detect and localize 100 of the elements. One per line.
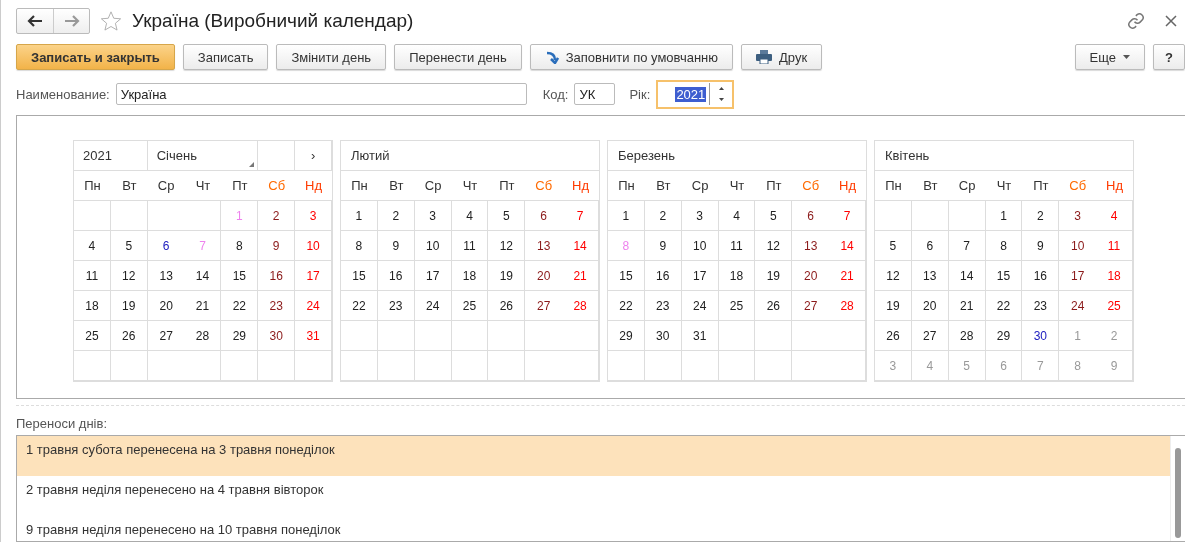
star-icon[interactable] xyxy=(100,10,122,32)
calendar-day[interactable]: 27 xyxy=(525,291,563,321)
calendar-day[interactable]: 15 xyxy=(608,261,645,291)
calendar-day[interactable]: 11 xyxy=(451,231,489,261)
calendar-day[interactable]: 2 xyxy=(1022,201,1060,231)
calendar-day[interactable]: 2 xyxy=(377,201,415,231)
calendar-day[interactable]: 27 xyxy=(147,321,185,351)
calendar-day[interactable]: 22 xyxy=(608,291,645,321)
save-and-close-button[interactable]: Записать и закрыть xyxy=(16,44,175,70)
calendar-day[interactable]: 25 xyxy=(1096,291,1133,321)
calendar-day[interactable]: 17 xyxy=(295,261,332,291)
calendar-day[interactable]: 30 xyxy=(644,321,682,351)
calendar-day[interactable]: 10 xyxy=(414,231,452,261)
calendar-day[interactable]: 8 xyxy=(985,231,1023,261)
toolbar-button[interactable]: Перенести день xyxy=(394,44,522,70)
help-button[interactable]: ? xyxy=(1153,44,1185,70)
calendar-day[interactable]: 8 xyxy=(341,231,378,261)
calendar-day[interactable]: 1 xyxy=(341,201,378,231)
transfer-row[interactable]: 1 травня субота перенесена на 3 травня понеділок xyxy=(17,436,1170,476)
calendar-day[interactable]: 24 xyxy=(414,291,452,321)
calendar-day[interactable]: 12 xyxy=(755,231,793,261)
more-button[interactable]: Еще xyxy=(1074,44,1146,70)
calendar-day[interactable]: 21 xyxy=(562,261,599,291)
calendar-day[interactable]: 18 xyxy=(718,261,756,291)
calendar-day[interactable]: 29 xyxy=(608,321,645,351)
calendar-day[interactable]: 3 xyxy=(295,201,332,231)
calendar-day[interactable]: 23 xyxy=(258,291,296,321)
calendar-day[interactable]: 10 xyxy=(681,231,719,261)
calendar-day[interactable]: 20 xyxy=(911,291,949,321)
calendar-day[interactable]: 6 xyxy=(792,201,830,231)
calendar-day[interactable]: 28 xyxy=(184,321,222,351)
calendar-day[interactable]: 28 xyxy=(829,291,866,321)
calendar-day[interactable]: 7 xyxy=(829,201,866,231)
toolbar-button[interactable]: Записать xyxy=(182,44,269,70)
calendar-day[interactable]: 6 xyxy=(147,231,185,261)
calendar-day[interactable]: 6 xyxy=(525,201,563,231)
calendar-day[interactable]: 1 xyxy=(608,201,645,231)
calendar-day[interactable]: 23 xyxy=(1022,291,1060,321)
code-field[interactable]: УК xyxy=(574,83,616,105)
calendar-day[interactable]: 22 xyxy=(985,291,1023,321)
calendar-day[interactable]: 27 xyxy=(792,291,830,321)
calendar-day[interactable]: 22 xyxy=(221,291,259,321)
calendar-day[interactable]: 13 xyxy=(911,261,949,291)
calendar-day[interactable]: 1 xyxy=(985,201,1023,231)
calendar-day[interactable]: 14 xyxy=(948,261,986,291)
calendar-day[interactable]: 4 xyxy=(1096,201,1133,231)
calendar-day[interactable]: 20 xyxy=(792,261,830,291)
calendar-day[interactable]: 20 xyxy=(525,261,563,291)
close-icon[interactable] xyxy=(1165,15,1177,27)
calendar-day[interactable]: 5 xyxy=(488,201,526,231)
calendar-day[interactable]: 4 xyxy=(718,201,756,231)
calendar-day[interactable]: 29 xyxy=(985,321,1023,351)
calendar-day[interactable]: 3 xyxy=(414,201,452,231)
toolbar-button[interactable]: Заповнити по умовчанню xyxy=(529,44,734,70)
calendar-day[interactable]: 23 xyxy=(377,291,415,321)
calendar-day[interactable]: 14 xyxy=(184,261,222,291)
calendar-day[interactable]: 13 xyxy=(792,231,830,261)
toolbar-button[interactable]: Змінити день xyxy=(276,44,387,70)
calendar-day[interactable]: 5 xyxy=(110,231,148,261)
calendar-day[interactable]: 21 xyxy=(184,291,222,321)
calendar-day[interactable]: 23 xyxy=(644,291,682,321)
calendar-day[interactable]: 25 xyxy=(718,291,756,321)
link-icon[interactable] xyxy=(1127,12,1145,30)
calendar-day[interactable]: 29 xyxy=(221,321,259,351)
calendar-day[interactable]: 25 xyxy=(74,321,111,351)
calendar-day[interactable]: 20 xyxy=(147,291,185,321)
calendar-day[interactable]: 18 xyxy=(451,261,489,291)
calendar-day[interactable]: 5 xyxy=(875,231,912,261)
calendar-day[interactable]: 25 xyxy=(451,291,489,321)
calendar-day[interactable]: 4 xyxy=(74,231,111,261)
calendar-day[interactable]: 12 xyxy=(875,261,912,291)
calendar-day[interactable]: 14 xyxy=(829,231,866,261)
calendar-day[interactable]: 6 xyxy=(911,231,949,261)
calendar-day[interactable]: 15 xyxy=(985,261,1023,291)
calendar-day[interactable]: 17 xyxy=(414,261,452,291)
calendar-day[interactable]: 3 xyxy=(681,201,719,231)
calendar-day[interactable]: 28 xyxy=(562,291,599,321)
calendar-day[interactable]: 19 xyxy=(110,291,148,321)
calendar-day[interactable]: 11 xyxy=(74,261,111,291)
calendar-day[interactable]: 24 xyxy=(295,291,332,321)
next-month-button[interactable]: › xyxy=(295,141,332,171)
calendar-day[interactable]: 7 xyxy=(562,201,599,231)
calendar-day[interactable]: 19 xyxy=(488,261,526,291)
calendar-day[interactable]: 30 xyxy=(258,321,296,351)
calendar-day[interactable]: 17 xyxy=(681,261,719,291)
calendar-day[interactable]: 10 xyxy=(295,231,332,261)
calendar-day[interactable]: 24 xyxy=(681,291,719,321)
calendar-day[interactable]: 7 xyxy=(948,231,986,261)
calendar-day[interactable]: 16 xyxy=(377,261,415,291)
calendar-day[interactable]: 13 xyxy=(525,231,563,261)
calendar-day[interactable]: 17 xyxy=(1059,261,1097,291)
calendar-day[interactable]: 13 xyxy=(147,261,185,291)
calendar-day[interactable]: 9 xyxy=(258,231,296,261)
calendar-day[interactable]: 15 xyxy=(341,261,378,291)
calendar-day[interactable]: 9 xyxy=(377,231,415,261)
calendar-day[interactable]: 2 xyxy=(258,201,296,231)
calendar-day[interactable]: 16 xyxy=(644,261,682,291)
month-select[interactable]: Січень xyxy=(147,141,259,171)
calendar-day[interactable]: 30 xyxy=(1022,321,1060,351)
calendar-day[interactable]: 9 xyxy=(1022,231,1060,261)
